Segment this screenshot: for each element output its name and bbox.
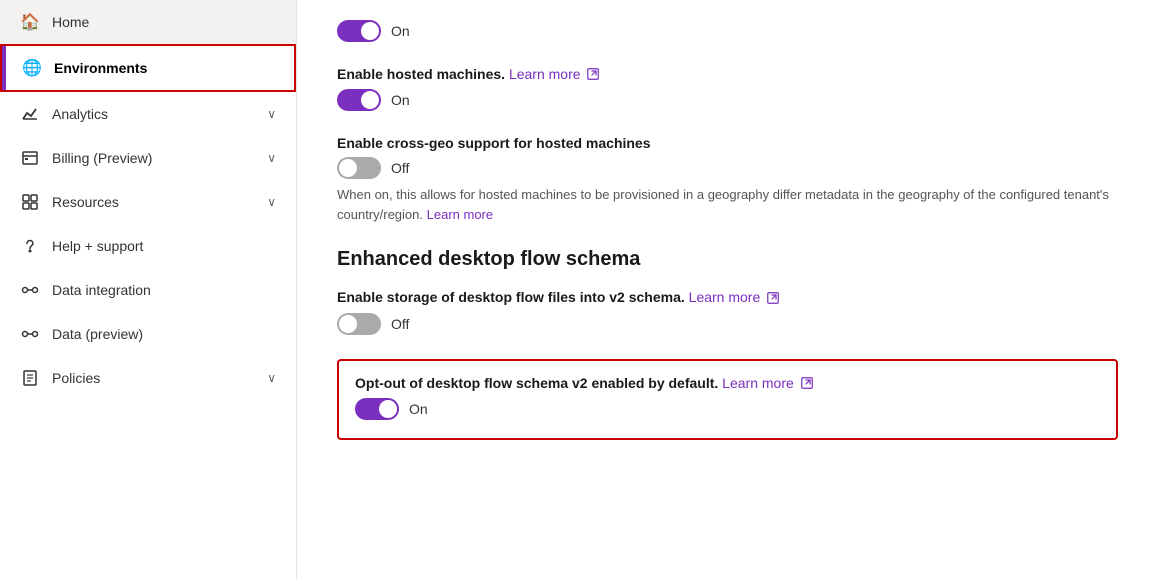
hosted-machines-learn-more[interactable]: Learn more xyxy=(509,66,581,82)
hosted-machines-toggle-status: On xyxy=(391,92,410,108)
sidebar-label-data-integration: Data integration xyxy=(52,282,276,298)
opt-out-label: Opt-out of desktop flow schema v2 enable… xyxy=(355,375,1100,392)
hosted-machines-toggle-row: On xyxy=(337,89,1118,111)
hosted-machines-toggle[interactable] xyxy=(337,89,381,111)
sidebar-item-resources[interactable]: Resources ∨ xyxy=(0,180,296,224)
globe-icon: 🌐 xyxy=(22,58,42,78)
toggle-knob xyxy=(339,315,357,333)
chevron-down-icon: ∨ xyxy=(267,107,276,121)
chevron-down-icon-billing: ∨ xyxy=(267,151,276,165)
sidebar: 🏠 Home 🌐 Environments Analytics ∨ Billin… xyxy=(0,0,297,580)
top-toggle-group: On xyxy=(337,20,1118,42)
external-link-icon-v2 xyxy=(767,291,779,307)
help-icon xyxy=(20,236,40,256)
cross-geo-label: Enable cross-geo support for hosted mach… xyxy=(337,135,1118,151)
top-toggle[interactable] xyxy=(337,20,381,42)
storage-v2-label: Enable storage of desktop flow files int… xyxy=(337,289,1118,306)
sidebar-label-environments: Environments xyxy=(54,60,274,76)
storage-v2-learn-more[interactable]: Learn more xyxy=(689,289,761,305)
main-content: On Enable hosted machines. Learn more On… xyxy=(297,0,1158,580)
storage-v2-group: Enable storage of desktop flow files int… xyxy=(337,289,1118,334)
storage-v2-toggle-status: Off xyxy=(391,316,409,332)
top-toggle-status: On xyxy=(391,23,410,39)
data-preview-icon xyxy=(20,324,40,344)
home-icon: 🏠 xyxy=(20,12,40,32)
opt-out-learn-more[interactable]: Learn more xyxy=(722,375,794,391)
hosted-machines-label: Enable hosted machines. Learn more xyxy=(337,66,1118,83)
sidebar-label-home: Home xyxy=(52,14,276,30)
external-link-icon-opt-out xyxy=(801,376,813,392)
sidebar-label-billing: Billing (Preview) xyxy=(52,150,255,166)
cross-geo-toggle-row: Off xyxy=(337,157,1118,179)
cross-geo-description: When on, this allows for hosted machines… xyxy=(337,185,1118,224)
storage-v2-toggle[interactable] xyxy=(337,313,381,335)
cross-geo-toggle[interactable] xyxy=(337,157,381,179)
opt-out-box: Opt-out of desktop flow schema v2 enable… xyxy=(337,359,1118,440)
sidebar-label-help: Help + support xyxy=(52,238,276,254)
toggle-knob xyxy=(361,91,379,109)
cross-geo-toggle-status: Off xyxy=(391,160,409,176)
chevron-down-icon-policies: ∨ xyxy=(267,371,276,385)
resources-icon xyxy=(20,192,40,212)
sidebar-item-home[interactable]: 🏠 Home xyxy=(0,0,296,44)
billing-icon xyxy=(20,148,40,168)
sidebar-label-data-preview: Data (preview) xyxy=(52,326,276,342)
storage-v2-toggle-row: Off xyxy=(337,313,1118,335)
analytics-icon xyxy=(20,104,40,124)
chevron-down-icon-resources: ∨ xyxy=(267,195,276,209)
hosted-machines-group: Enable hosted machines. Learn more On xyxy=(337,66,1118,111)
opt-out-toggle-status: On xyxy=(409,401,428,417)
sidebar-label-analytics: Analytics xyxy=(52,106,255,122)
sidebar-label-resources: Resources xyxy=(52,194,255,210)
opt-out-toggle-row: On xyxy=(355,398,1100,420)
external-link-icon xyxy=(587,67,599,83)
cross-geo-group: Enable cross-geo support for hosted mach… xyxy=(337,135,1118,224)
top-toggle-row: On xyxy=(337,20,1118,42)
sidebar-item-help[interactable]: Help + support xyxy=(0,224,296,268)
sidebar-item-analytics[interactable]: Analytics ∨ xyxy=(0,92,296,136)
sidebar-label-policies: Policies xyxy=(52,370,255,386)
opt-out-toggle[interactable] xyxy=(355,398,399,420)
sidebar-item-policies[interactable]: Policies ∨ xyxy=(0,356,296,400)
sidebar-item-environments[interactable]: 🌐 Environments xyxy=(0,44,296,92)
toggle-knob xyxy=(339,159,357,177)
cross-geo-learn-more[interactable]: Learn more xyxy=(427,207,493,222)
sidebar-item-billing[interactable]: Billing (Preview) ∨ xyxy=(0,136,296,180)
policies-icon xyxy=(20,368,40,388)
data-integration-icon xyxy=(20,280,40,300)
section-title-enhanced: Enhanced desktop flow schema xyxy=(337,248,1118,271)
sidebar-item-data-preview[interactable]: Data (preview) xyxy=(0,312,296,356)
toggle-knob xyxy=(379,400,397,418)
sidebar-item-data-integration[interactable]: Data integration xyxy=(0,268,296,312)
toggle-knob xyxy=(361,22,379,40)
